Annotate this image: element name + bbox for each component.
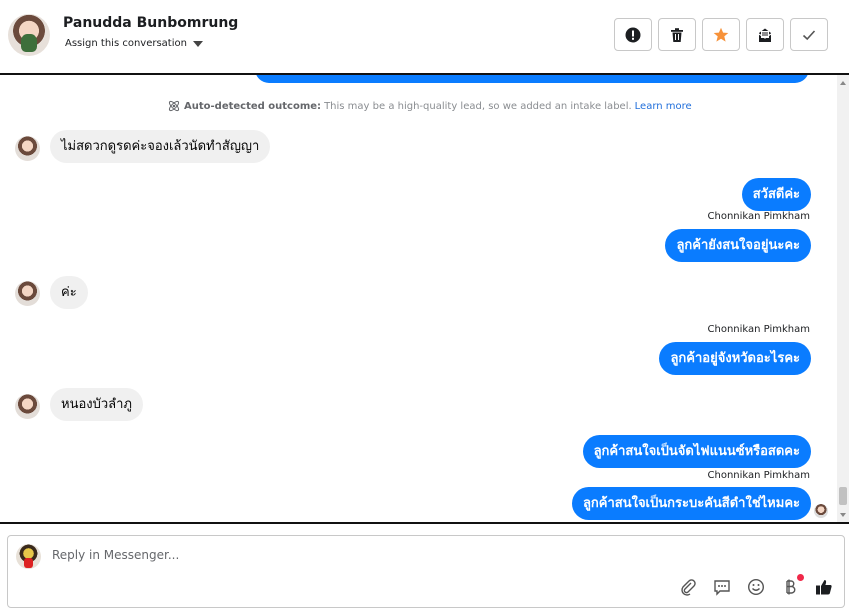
divider: [0, 522, 849, 524]
like-button[interactable]: [814, 577, 834, 597]
assign-conversation-dropdown[interactable]: Assign this conversation: [65, 38, 203, 49]
scroll-down-arrow-icon[interactable]: [840, 513, 846, 517]
payment-button[interactable]: [780, 574, 804, 597]
star-icon: [713, 27, 729, 42]
mark-unread-button[interactable]: [746, 18, 784, 51]
notification-dot: [797, 574, 804, 581]
contact-name[interactable]: Panudda Bunbomrung: [63, 15, 238, 31]
message-bubble-outgoing-partial: [255, 75, 809, 83]
message-bubble-outgoing[interactable]: ลูกค้าอยู่จังหวัดอะไรคะ: [659, 342, 811, 375]
message-thread[interactable]: Auto-detected outcome: This may be a hig…: [0, 75, 849, 522]
attach-button[interactable]: [678, 577, 698, 597]
sender-name: Chonnikan Pimkham: [707, 211, 810, 222]
exclamation-icon: [625, 27, 641, 42]
baht-payment-icon: [786, 579, 796, 595]
sender-name: Chonnikan Pimkham: [707, 324, 810, 335]
emoji-icon: [747, 578, 765, 596]
reply-composer: [7, 535, 845, 608]
contact-avatar[interactable]: [8, 14, 50, 56]
message-bubble-outgoing[interactable]: ลูกค้าสนใจเป็นกระบะคันสีดำใช่ไหมคะ: [571, 487, 811, 520]
assign-label: Assign this conversation: [65, 38, 187, 49]
emoji-button[interactable]: [746, 577, 766, 597]
star-button[interactable]: [702, 18, 740, 51]
message-bubble-outgoing[interactable]: ลูกค้ายังสนใจอยู่นะคะ: [665, 229, 811, 262]
check-icon: [802, 29, 816, 40]
learn-more-link[interactable]: Learn more: [635, 101, 692, 112]
composer-tools: [678, 574, 834, 597]
paperclip-icon: [681, 579, 696, 596]
caret-down-icon: [192, 40, 203, 47]
outcome-text: This may be a high-quality lead, so we a…: [324, 100, 632, 112]
message-bubble-outgoing[interactable]: ลูกค้าสนใจเป็นจัดไฟแนนซ์หรือสดคะ: [582, 435, 811, 468]
thumbs-up-icon: [816, 579, 832, 595]
scrollbar[interactable]: [837, 75, 849, 522]
contact-avatar-small: [15, 394, 40, 419]
saved-replies-button[interactable]: [712, 577, 732, 597]
sender-name: Chonnikan Pimkham: [707, 470, 810, 481]
auto-detected-outcome-notice: Auto-detected outcome: This may be a hig…: [167, 99, 692, 113]
envelope-icon: [758, 28, 772, 42]
outcome-label: Auto-detected outcome:: [184, 100, 322, 112]
reply-input[interactable]: [52, 548, 652, 562]
mark-spam-button[interactable]: [614, 18, 652, 51]
saved-replies-icon: [714, 580, 730, 596]
atom-icon: [168, 100, 180, 112]
trash-icon: [671, 27, 683, 42]
delete-button[interactable]: [658, 18, 696, 51]
conversation-header: Panudda Bunbomrung Assign this conversat…: [0, 0, 849, 75]
message-bubble-incoming[interactable]: ไม่สดวกดูรดค่ะจองเล้วนัดทำสัญญา: [50, 130, 271, 163]
message-bubble-incoming[interactable]: หนองบัวลำภู: [50, 388, 143, 421]
seen-indicator-avatar: [814, 504, 828, 518]
message-bubble-outgoing[interactable]: สวัสดีค่ะ: [741, 178, 811, 211]
contact-avatar-small: [15, 281, 40, 306]
header-actions: [614, 18, 828, 51]
mark-done-button[interactable]: [790, 18, 828, 51]
page-avatar: [16, 544, 41, 569]
contact-avatar-small: [15, 136, 40, 161]
scrollbar-thumb[interactable]: [839, 487, 847, 505]
scroll-up-arrow-icon[interactable]: [840, 81, 846, 85]
message-bubble-incoming[interactable]: ค่ะ: [50, 276, 88, 309]
